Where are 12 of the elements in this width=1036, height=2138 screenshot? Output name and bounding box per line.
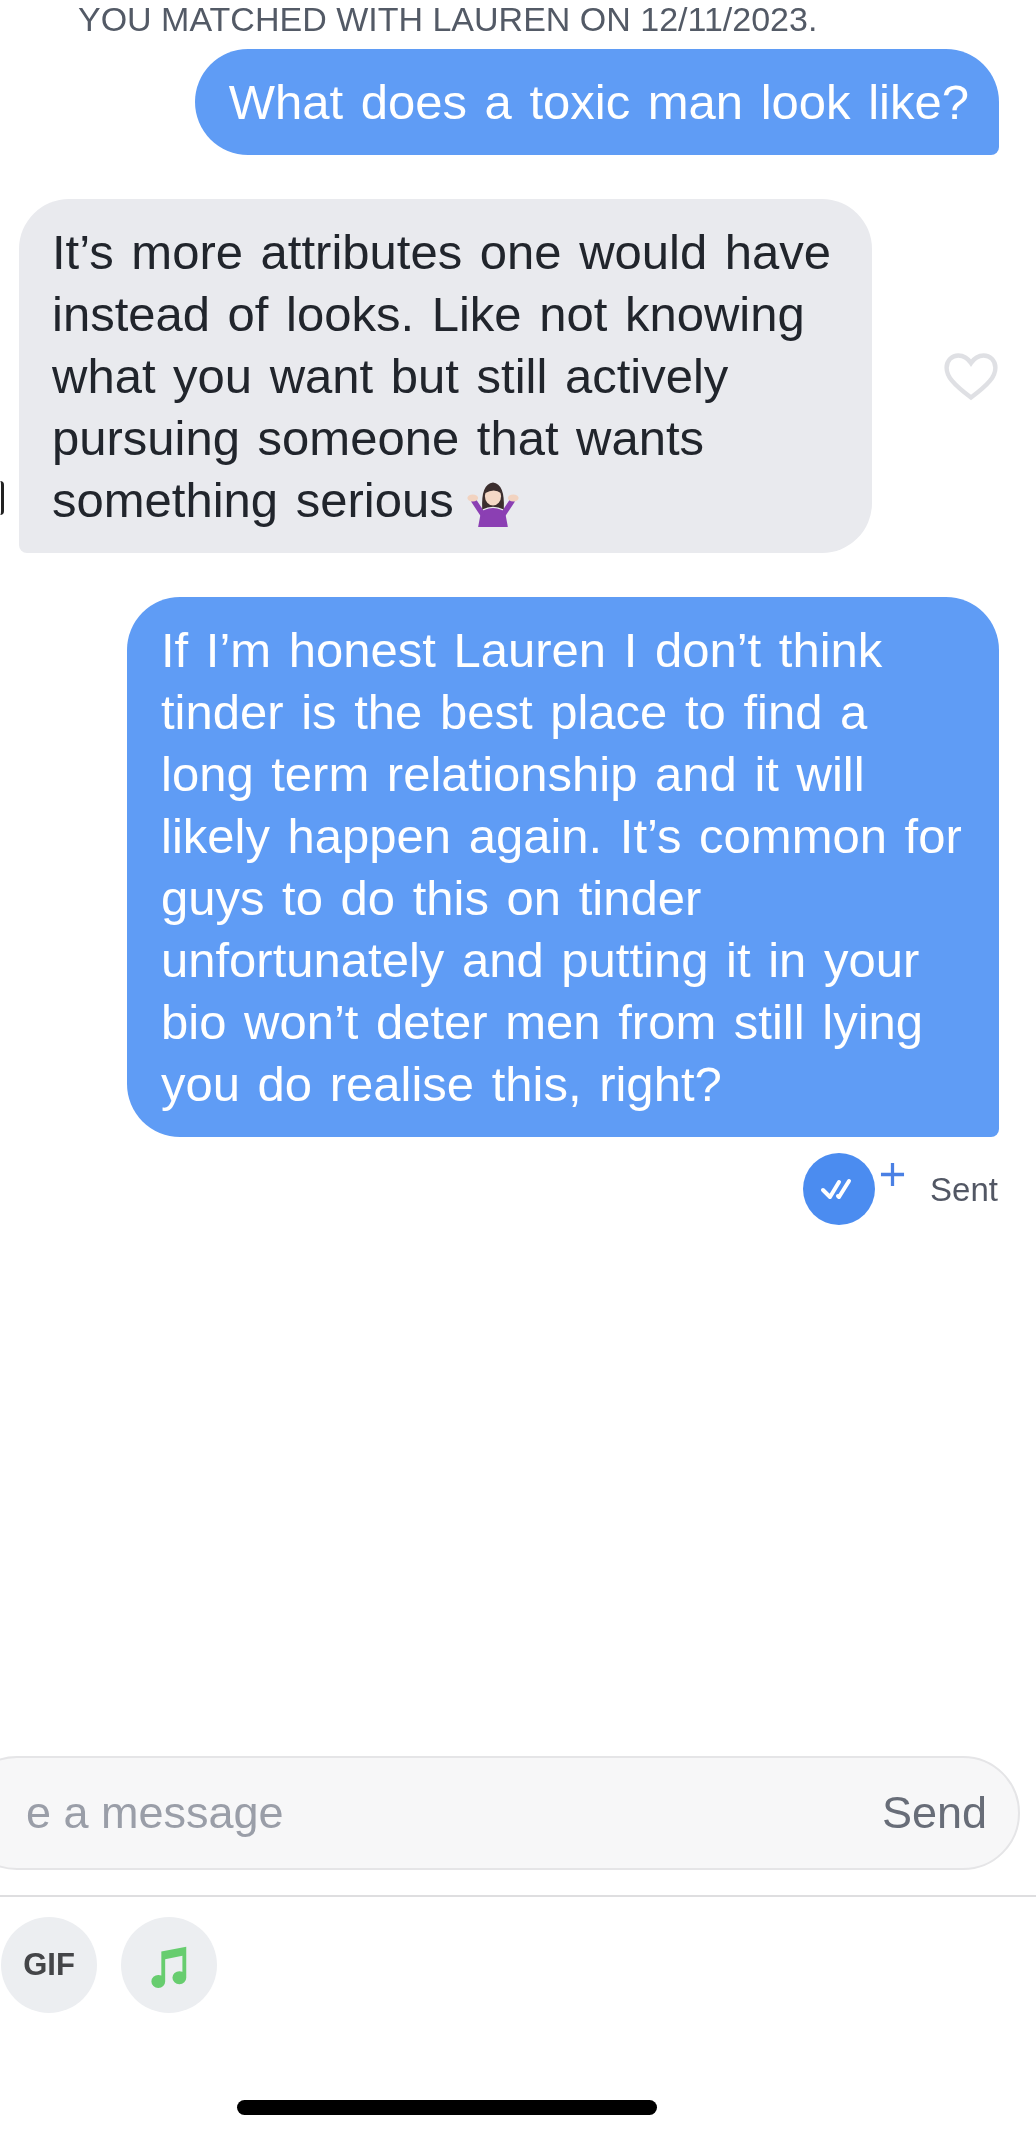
heart-icon[interactable] — [942, 350, 1000, 402]
double-check-icon — [803, 1153, 876, 1225]
match-notice-label: YOU MATCHED WITH LAUREN ON 12/11/2023. — [78, 0, 818, 38]
message-text: It’s more attributes one would have instead of looks. Like not knowing what you want but still actively pursuing someone that wants something serious — [52, 225, 832, 527]
gif-button[interactable]: GIF — [1, 1917, 97, 2013]
plus-icon — [880, 1162, 906, 1187]
send-button[interactable]: Send — [881, 1787, 987, 1839]
status-label: Sent — [930, 1170, 998, 1210]
avatar-edge — [0, 481, 4, 515]
message-text: If I’m honest Lauren I don’t think tinder is the best place to find a long term relationship and it will likely happen again. It’s common for guys to do this on tinder unfortunately and putting it in your bio won’t deter men from still lying you do realise this, right? — [161, 623, 962, 1111]
message-input-field[interactable]: e a message Send — [0, 1756, 1020, 1870]
message-text: What does a toxic man look like? — [228, 75, 969, 129]
